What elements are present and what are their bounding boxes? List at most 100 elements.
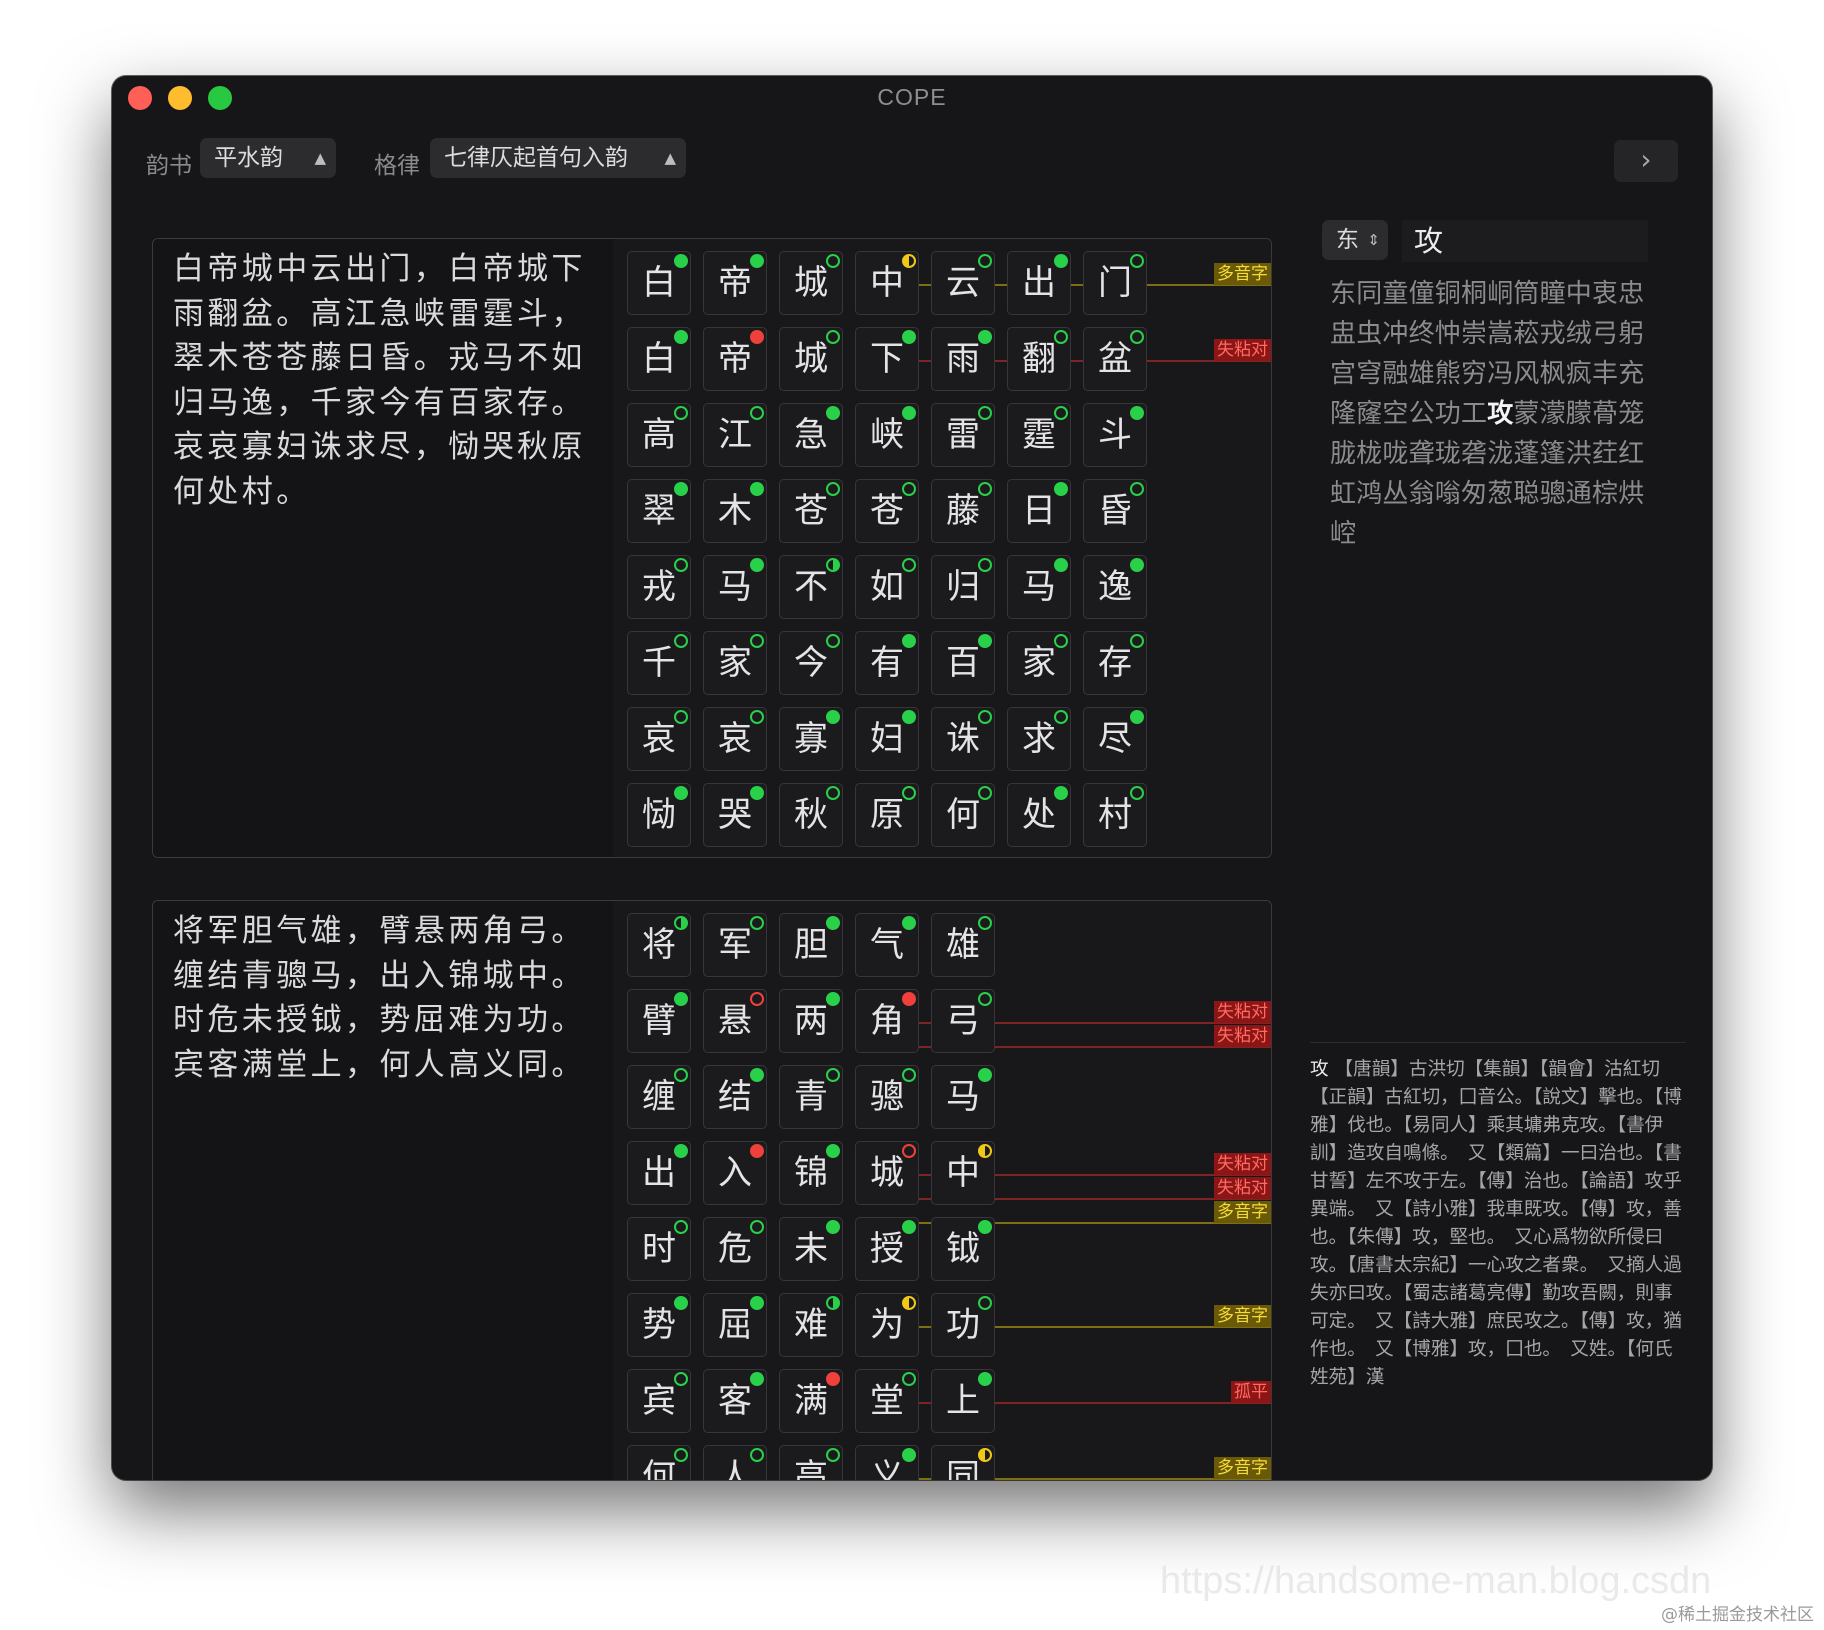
char-cell[interactable]: 何 [931,783,995,847]
char-cell[interactable]: 气 [855,913,919,977]
char-cell[interactable]: 城 [779,251,843,315]
poem-text-area[interactable]: 白帝城中云出门，白帝城下雨翻盆。高江急峡雷霆斗，翠木苍苍藤日昏。戎马不如归马逸，… [153,239,613,857]
char-cell[interactable]: 霆 [1007,403,1071,467]
char-cell[interactable]: 同 [931,1445,995,1480]
meter-select[interactable]: 七律仄起首句入韵 ▲ [430,138,686,178]
char-cell[interactable]: 未 [779,1217,843,1281]
char-cell[interactable]: 骢 [855,1065,919,1129]
char-cell[interactable]: 角 [855,989,919,1053]
char-cell[interactable]: 入 [703,1141,767,1205]
char-cell[interactable]: 为 [855,1293,919,1357]
char-cell[interactable]: 白 [627,327,691,391]
char-cell[interactable]: 上 [931,1369,995,1433]
char-cell[interactable]: 高 [627,403,691,467]
char-cell[interactable]: 出 [627,1141,691,1205]
char-cell[interactable]: 存 [1083,631,1147,695]
char-cell[interactable]: 秋 [779,783,843,847]
char-cell[interactable]: 求 [1007,707,1071,771]
char-cell[interactable]: 满 [779,1369,843,1433]
char-cell[interactable]: 有 [855,631,919,695]
char-cell[interactable]: 雨 [931,327,995,391]
char-cell[interactable]: 翠 [627,479,691,543]
char-cell[interactable]: 悬 [703,989,767,1053]
char-cell[interactable]: 江 [703,403,767,467]
char-cell[interactable]: 斗 [1083,403,1147,467]
char-cell[interactable]: 门 [1083,251,1147,315]
char-cell[interactable]: 时 [627,1217,691,1281]
char-cell[interactable]: 尽 [1083,707,1147,771]
char-cell[interactable]: 逸 [1083,555,1147,619]
char-cell[interactable]: 将 [627,913,691,977]
rhyme-group-select[interactable]: 东 ⇕ [1322,220,1388,260]
char-cell[interactable]: 下 [855,327,919,391]
char-cell[interactable]: 盆 [1083,327,1147,391]
char-cell[interactable]: 哭 [703,783,767,847]
char-cell[interactable]: 臂 [627,989,691,1053]
char-cell[interactable]: 峡 [855,403,919,467]
char-cell[interactable]: 木 [703,479,767,543]
char-cell[interactable]: 出 [1007,251,1071,315]
char-cell[interactable]: 屈 [703,1293,767,1357]
char-cell[interactable]: 藤 [931,479,995,543]
char-cell[interactable]: 城 [779,327,843,391]
char-cell[interactable]: 胆 [779,913,843,977]
char-cell[interactable]: 功 [931,1293,995,1357]
char-cell[interactable]: 归 [931,555,995,619]
char-cell[interactable]: 难 [779,1293,843,1357]
char-cell[interactable]: 原 [855,783,919,847]
char-cell[interactable]: 宾 [627,1369,691,1433]
char-cell[interactable]: 缠 [627,1065,691,1129]
char-cell[interactable]: 帝 [703,327,767,391]
char-cell[interactable]: 势 [627,1293,691,1357]
char-cell[interactable]: 中 [931,1141,995,1205]
char-cell[interactable]: 戎 [627,555,691,619]
char-cell[interactable]: 高 [779,1445,843,1480]
char-cell[interactable]: 处 [1007,783,1071,847]
char-cell[interactable]: 马 [931,1065,995,1129]
char-cell[interactable]: 日 [1007,479,1071,543]
char-cell[interactable]: 授 [855,1217,919,1281]
char-cell[interactable]: 青 [779,1065,843,1129]
char-cell[interactable]: 钺 [931,1217,995,1281]
char-cell[interactable]: 苍 [779,479,843,543]
char-cell[interactable]: 云 [931,251,995,315]
char-cell[interactable]: 雄 [931,913,995,977]
char-cell[interactable]: 苍 [855,479,919,543]
char-cell[interactable]: 弓 [931,989,995,1053]
char-cell[interactable]: 翻 [1007,327,1071,391]
char-cell[interactable]: 千 [627,631,691,695]
char-cell[interactable]: 百 [931,631,995,695]
char-cell[interactable]: 寡 [779,707,843,771]
char-cell[interactable]: 村 [1083,783,1147,847]
char-cell[interactable]: 妇 [855,707,919,771]
char-cell[interactable]: 义 [855,1445,919,1480]
char-cell[interactable]: 诛 [931,707,995,771]
forward-button[interactable]: › [1614,140,1678,182]
char-cell[interactable]: 不 [779,555,843,619]
rhyme-char-highlight[interactable]: 攻 [1487,399,1513,429]
char-cell[interactable]: 哀 [703,707,767,771]
char-cell[interactable]: 中 [855,251,919,315]
char-cell[interactable]: 马 [1007,555,1071,619]
char-cell[interactable]: 结 [703,1065,767,1129]
char-cell[interactable]: 马 [703,555,767,619]
char-cell[interactable]: 恸 [627,783,691,847]
char-cell[interactable]: 帝 [703,251,767,315]
char-cell[interactable]: 人 [703,1445,767,1480]
char-cell[interactable]: 雷 [931,403,995,467]
char-cell[interactable]: 两 [779,989,843,1053]
rhyme-book-select[interactable]: 平水韵 ▲ [200,138,336,178]
char-cell[interactable]: 客 [703,1369,767,1433]
char-search-input[interactable]: 攻 [1402,220,1648,262]
char-cell[interactable]: 城 [855,1141,919,1205]
char-cell[interactable]: 如 [855,555,919,619]
char-cell[interactable]: 昏 [1083,479,1147,543]
char-cell[interactable]: 家 [703,631,767,695]
char-cell[interactable]: 堂 [855,1369,919,1433]
char-cell[interactable]: 白 [627,251,691,315]
char-cell[interactable]: 家 [1007,631,1071,695]
char-cell[interactable]: 哀 [627,707,691,771]
char-cell[interactable]: 今 [779,631,843,695]
char-cell[interactable]: 军 [703,913,767,977]
char-cell[interactable]: 急 [779,403,843,467]
